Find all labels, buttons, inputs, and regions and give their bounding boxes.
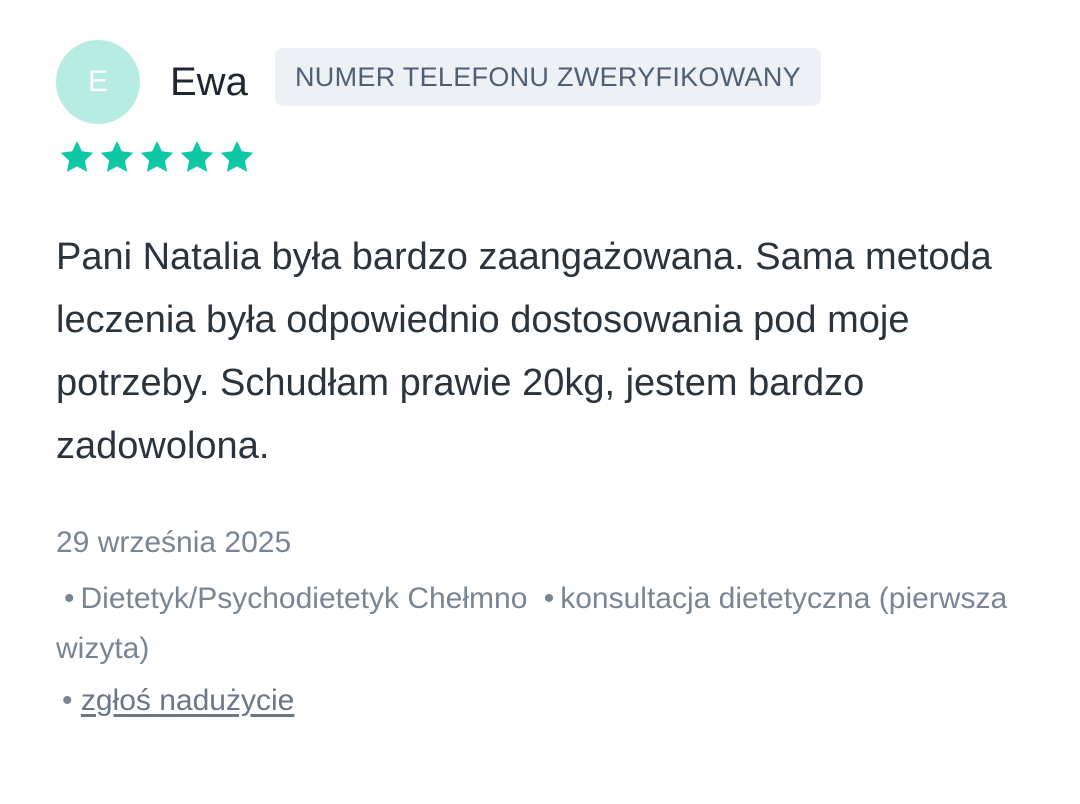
star-icon: [138, 138, 176, 176]
bullet-separator: •: [543, 582, 555, 615]
avatar-initial: E: [87, 65, 108, 98]
verified-phone-badge: NUMER TELEFONU ZWERYFIKOWANY: [275, 48, 821, 106]
report-row: • zgłoś nadużycie: [62, 684, 294, 718]
review-header: E Ewa NUMER TELEFONU ZWERYFIKOWANY: [56, 40, 821, 124]
review-text: Pani Natalia była bardzo zaangażowana. S…: [56, 236, 992, 467]
author-name: Ewa: [170, 60, 248, 104]
star-icon: [58, 138, 96, 176]
specialty-label: Dietetyk/Psychodietetyk Chełmno: [80, 582, 528, 615]
report-abuse-link[interactable]: zgłoś nadużycie: [81, 684, 294, 717]
bullet-separator: •: [64, 582, 75, 615]
avatar: E: [56, 40, 140, 124]
star-icon: [98, 138, 136, 176]
review-date: 29 września 2025: [56, 526, 292, 559]
star-icon: [218, 138, 256, 176]
review-meta: • Dietetyk/Psychodietetyk Chełmno • konsul…: [56, 574, 1016, 674]
star-rating: [58, 138, 256, 176]
review-card: E Ewa NUMER TELEFONU ZWERYFIKOWANY Pani …: [0, 0, 1080, 804]
star-icon: [178, 138, 216, 176]
bullet-separator: •: [62, 684, 73, 717]
